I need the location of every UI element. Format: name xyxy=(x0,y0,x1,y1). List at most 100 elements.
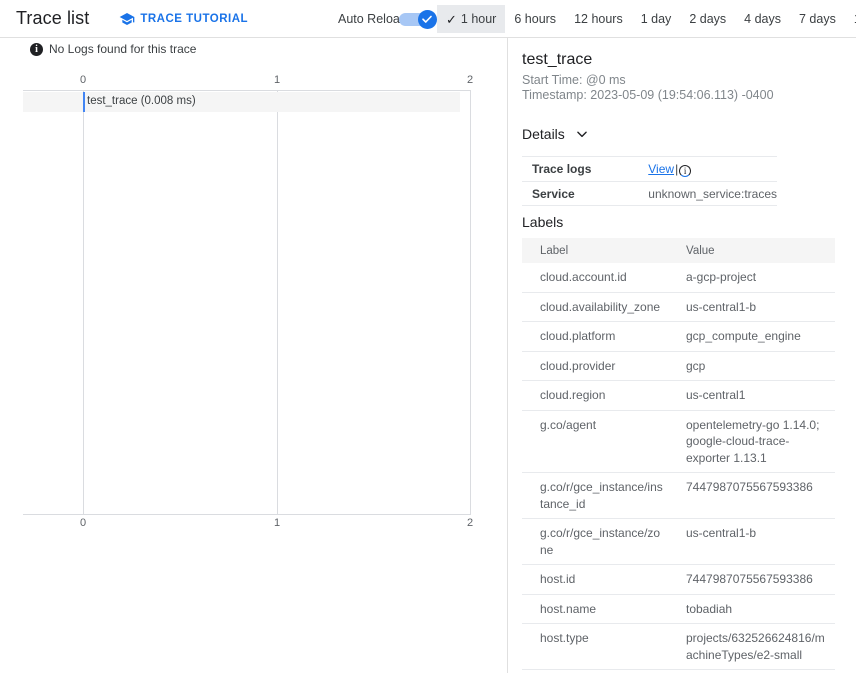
label-cell: cloud.provider xyxy=(522,351,674,381)
table-row: host.type projects/632526624816/machineTy… xyxy=(522,623,835,670)
check-icon xyxy=(422,15,433,23)
labels-heading: Labels xyxy=(522,214,564,230)
value-cell: 7447987075567593386 xyxy=(674,564,835,595)
value-cell: us-central1 xyxy=(674,380,835,411)
toggle-knob xyxy=(417,9,437,29)
value-cell: a-gcp-project xyxy=(674,263,835,293)
auto-reload-control[interactable]: Auto Reload xyxy=(338,9,437,29)
axis-line-top xyxy=(23,90,470,91)
label-cell: host.id xyxy=(522,564,674,595)
table-row: g.co/agent opentelemetry-go 1.14.0; googl… xyxy=(522,410,835,473)
table-row: otel.scope.nametest_tracer xyxy=(522,669,835,673)
time-range-14-days[interactable]: 14 days xyxy=(845,5,856,33)
table-row: cloud.provider gcp xyxy=(522,351,835,381)
trace-waterfall-pane: i No Logs found for this trace 0 1 2 0 1… xyxy=(0,38,508,673)
time-range-label: 6 hours xyxy=(514,12,557,26)
value-cell: gcp xyxy=(674,351,835,381)
table-row: g.co/r/gce_instance/zone us-central1-b xyxy=(522,518,835,565)
table-row: host.id 7447987075567593386 xyxy=(522,564,835,595)
gridline-2 xyxy=(470,90,471,515)
property-key: Trace logs xyxy=(522,156,639,182)
auto-reload-label: Auto Reload xyxy=(338,11,407,26)
column-header-value: Value xyxy=(674,238,835,263)
table-row: cloud.account.id a-gcp-project xyxy=(522,263,835,293)
trace-logs-view-link[interactable]: View xyxy=(648,162,674,176)
span-bar xyxy=(83,92,85,112)
no-logs-notice: i No Logs found for this trace xyxy=(30,42,196,56)
table-row: cloud.availability_zone us-central1-b xyxy=(522,292,835,322)
label-cell: cloud.region xyxy=(522,380,674,411)
time-range-label: 7 days xyxy=(799,12,836,26)
axis-tick-bottom-0: 0 xyxy=(79,517,87,529)
property-value: View| i xyxy=(638,156,777,182)
time-range-1-hour[interactable]: ✓ 1 hour xyxy=(437,5,506,33)
no-logs-label: No Logs found for this trace xyxy=(49,42,197,56)
axis-tick-top-1: 1 xyxy=(273,74,281,86)
trace-tutorial-label: TRACE TUTORIAL xyxy=(140,12,249,25)
value-cell: gcp_compute_engine xyxy=(674,321,835,352)
time-range-12-hours[interactable]: 12 hours xyxy=(565,5,632,33)
axis-tick-bottom-2: 2 xyxy=(466,517,474,529)
table-row: cloud.region us-central1 xyxy=(522,380,835,411)
table-row: Trace logs View| i xyxy=(522,156,777,182)
trace-span-row[interactable]: test_trace (0.008 ms) xyxy=(23,92,460,112)
check-icon: ✓ xyxy=(446,11,457,27)
label-cell: cloud.platform xyxy=(522,321,674,352)
trace-timeline-chart: 0 1 2 0 1 2 test_trace (0.008 ms) xyxy=(0,60,507,530)
value-cell: opentelemetry-go 1.14.0; google-cloud-tr… xyxy=(674,410,835,473)
time-range-label: 1 hour xyxy=(460,12,497,26)
value-cell: test_tracer xyxy=(674,669,835,673)
time-range-1-day[interactable]: 1 day xyxy=(632,5,681,33)
label-cell: g.co/r/gce_instance/zone xyxy=(522,518,674,565)
detail-timestamp: Timestamp: 2023-05-09 (19:54:06.113) -04… xyxy=(522,88,774,102)
label-cell: cloud.availability_zone xyxy=(522,292,674,322)
detail-title: test_trace xyxy=(522,51,593,68)
time-range-6-hours[interactable]: 6 hours xyxy=(505,5,565,33)
detail-properties-table: Trace logs View| i Service unknown_servic… xyxy=(522,156,777,206)
axis-tick-bottom-1: 1 xyxy=(273,517,281,529)
axis-tick-top-2: 2 xyxy=(466,74,474,86)
detail-start-time: Start Time: @0 ms xyxy=(522,73,626,87)
label-cell: host.type xyxy=(522,623,674,670)
label-cell: g.co/agent xyxy=(522,410,674,473)
time-range-label: 1 day xyxy=(640,12,672,26)
value-cell: projects/632526624816/machineTypes/e2-sm… xyxy=(674,623,835,670)
page-title: Trace list xyxy=(16,8,90,28)
axis-tick-top-0: 0 xyxy=(79,74,87,86)
value-cell: tobadiah xyxy=(674,594,835,624)
chevron-down-icon xyxy=(575,127,589,141)
time-range-2-days[interactable]: 2 days xyxy=(680,5,735,33)
labels-table-body: cloud.account.id a-gcp-project cloud.avail… xyxy=(522,263,835,673)
property-value: unknown_service:traces xyxy=(638,181,777,206)
time-range-label: 12 hours xyxy=(574,12,623,26)
property-key: Service xyxy=(522,181,639,206)
span-label: test_trace (0.008 ms) xyxy=(87,95,196,107)
label-cell: cloud.account.id xyxy=(522,263,674,293)
trace-tutorial-link[interactable]: TRACE TUTORIAL xyxy=(119,11,248,27)
value-cell: 7447987075567593386 xyxy=(674,472,835,519)
time-range-label: 2 days xyxy=(689,12,727,26)
time-range-4-days[interactable]: 4 days xyxy=(735,5,790,33)
labels-table: Label Value cloud.account.id a-gcp-projec… xyxy=(522,238,835,673)
info-icon[interactable]: i xyxy=(679,165,692,177)
trace-detail-pane: test_trace Start Time: @0 ms Timestamp: … xyxy=(509,38,856,673)
table-row: g.co/r/gce_instance/instance_id 744798707… xyxy=(522,472,835,519)
table-row: host.name tobadiah xyxy=(522,594,835,624)
gridline-1 xyxy=(277,90,278,515)
time-range-buttons: ✓ 1 hour 6 hours 12 hours 1 day 2 days 4… xyxy=(437,0,856,38)
top-bar: Trace list TRACE TUTORIAL Auto Reload ✓ … xyxy=(0,0,856,38)
axis-line-bottom xyxy=(23,514,470,515)
label-cell: host.name xyxy=(522,594,674,624)
label-cell: g.co/r/gce_instance/instance_id xyxy=(522,472,674,519)
details-expander[interactable]: Details xyxy=(522,126,589,142)
auto-reload-toggle[interactable] xyxy=(398,9,437,29)
column-header-label: Label xyxy=(522,238,674,263)
label-cell: otel.scope.name xyxy=(522,669,674,673)
table-row: Service unknown_service:traces xyxy=(522,181,777,206)
details-label: Details xyxy=(522,126,565,142)
value-cell: us-central1-b xyxy=(674,518,835,565)
time-range-label: 4 days xyxy=(744,12,781,26)
table-row: cloud.platform gcp_compute_engine xyxy=(522,321,835,352)
value-cell: us-central1-b xyxy=(674,292,835,322)
time-range-7-days[interactable]: 7 days xyxy=(790,5,845,33)
